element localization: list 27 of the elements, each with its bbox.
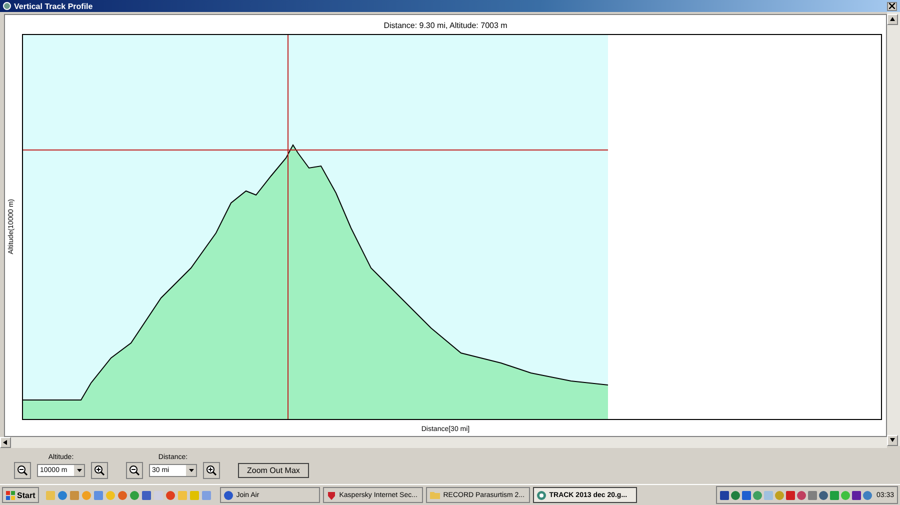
zoom-in-button[interactable] (91, 462, 108, 479)
zoom-out-max-button[interactable]: Zoom Out Max (238, 463, 309, 478)
zoom-in-icon (94, 465, 105, 476)
windows-logo-icon (6, 490, 15, 500)
app-icon (3, 2, 11, 10)
up-arrow-icon (890, 17, 895, 22)
zoom-out-button[interactable] (126, 462, 143, 479)
dropdown-arrow-icon (188, 469, 194, 472)
zoom-out-icon (17, 465, 28, 476)
zoom-in-icon (206, 465, 217, 476)
start-button[interactable]: Start (2, 487, 40, 503)
left-arrow-icon (3, 440, 8, 445)
close-button[interactable] (887, 2, 897, 10)
globe-icon (224, 490, 234, 500)
app-icon (537, 490, 546, 500)
close-icon (889, 3, 895, 9)
window-title: Vertical Track Profile (14, 2, 94, 10)
dropdown-arrow-icon (76, 469, 82, 472)
zoom-out-icon (129, 465, 140, 476)
horizontal-scrollbar[interactable] (0, 437, 887, 448)
down-arrow-icon (890, 438, 895, 443)
folder-icon (430, 491, 440, 499)
cursor-readout: Distance: 9.30 mi, Altitude: 7003 m (382, 20, 508, 32)
zoom-out-button[interactable] (14, 462, 31, 479)
vertical-scrollbar[interactable] (887, 12, 900, 446)
zoom-in-button[interactable] (203, 462, 220, 479)
shield-icon (327, 490, 336, 500)
